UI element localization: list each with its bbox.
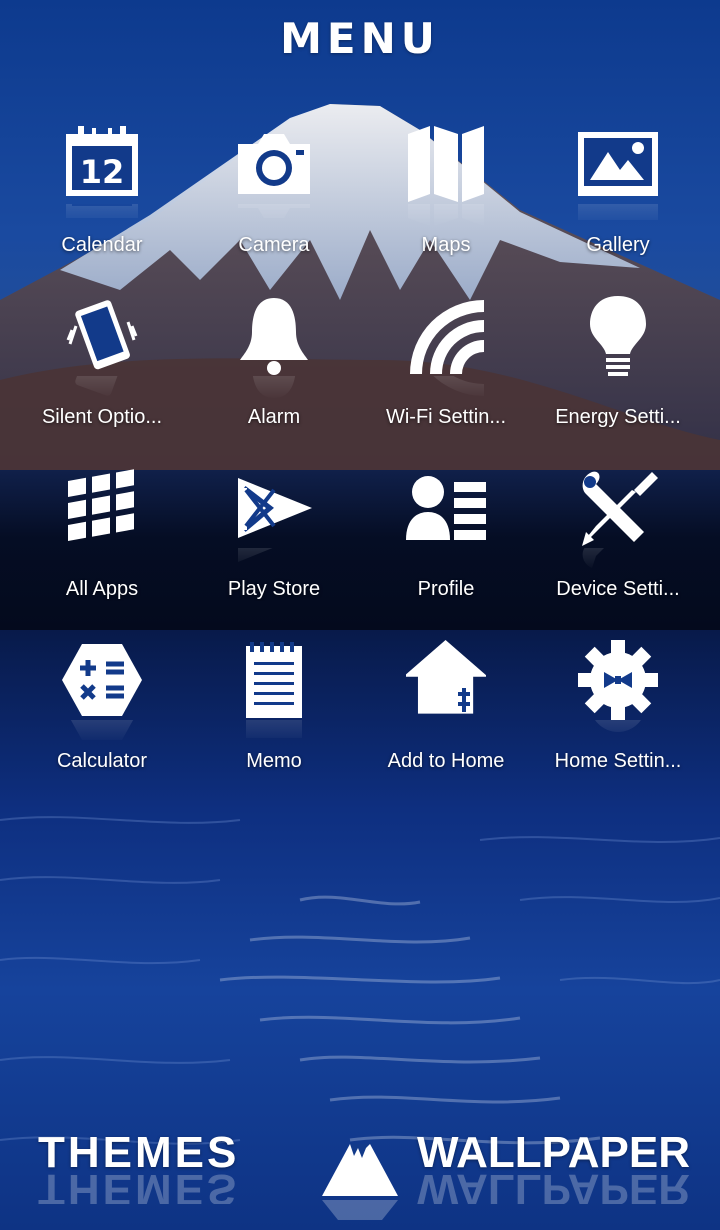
app-all-apps[interactable]: All Apps <box>16 462 188 634</box>
add-to-home-icon <box>406 640 486 720</box>
wallpaper-button[interactable]: WALLPAPER <box>417 1128 690 1178</box>
memo-icon <box>234 640 314 720</box>
app-calendar[interactable]: 12 Calendar <box>16 118 188 290</box>
app-wifi-settings[interactable]: Wi-Fi Settin... <box>360 290 532 462</box>
mount-fuji-icon[interactable] <box>322 1134 398 1224</box>
app-memo[interactable]: Memo <box>188 634 360 806</box>
app-label: Camera <box>238 234 310 256</box>
map-icon <box>406 124 486 204</box>
app-home-settings[interactable]: Home Settin... <box>532 634 704 806</box>
wifi-icon <box>406 296 486 376</box>
app-label: Play Store <box>227 578 321 600</box>
app-label: Gallery <box>586 234 650 256</box>
app-label: Wi-Fi Settin... <box>385 406 506 428</box>
calculator-icon <box>62 640 142 720</box>
calendar-badge: 12 <box>80 153 125 191</box>
app-grid-icon <box>62 468 142 548</box>
app-label: Calendar <box>61 234 143 256</box>
app-play-store[interactable]: Play Store <box>188 462 360 634</box>
app-label: Device Setti... <box>556 578 680 600</box>
page-title: MENU <box>280 14 440 63</box>
app-label: Memo <box>246 750 302 772</box>
app-maps[interactable]: Maps <box>360 118 532 290</box>
app-label: Home Settin... <box>554 750 682 772</box>
themes-button[interactable]: THEMES <box>38 1128 239 1178</box>
app-camera[interactable]: Camera <box>188 118 360 290</box>
app-device-settings[interactable]: Device Setti... <box>532 462 704 634</box>
app-add-to-home[interactable]: Add to Home <box>360 634 532 806</box>
vibrate-phone-icon <box>62 296 142 376</box>
app-gallery[interactable]: Gallery <box>532 118 704 290</box>
bell-icon <box>234 296 314 376</box>
gallery-icon <box>578 124 658 204</box>
gear-icon <box>578 640 658 720</box>
camera-icon <box>234 124 314 204</box>
bottom-bar: THEMES THEMES WALLPAPER WALLPAPER <box>0 1120 720 1230</box>
app-label: Alarm <box>247 406 301 428</box>
lightbulb-icon <box>578 296 658 376</box>
app-label: All Apps <box>65 578 139 600</box>
app-energy-settings[interactable]: Energy Setti... <box>532 290 704 462</box>
app-label: Add to Home <box>387 750 505 772</box>
app-label: Silent Optio... <box>41 406 163 428</box>
app-alarm[interactable]: Alarm <box>188 290 360 462</box>
themes-button-reflection: THEMES <box>38 1174 240 1204</box>
app-label: Profile <box>417 578 475 600</box>
profile-icon <box>406 468 486 548</box>
app-silent-options[interactable]: Silent Optio... <box>16 290 188 462</box>
app-label: Calculator <box>56 750 148 772</box>
wrench-screwdriver-icon <box>578 468 658 548</box>
wallpaper-button-reflection: WALLPAPER <box>417 1174 690 1204</box>
play-store-flag-icon <box>234 468 314 548</box>
app-grid: 12 Calendar Camera Maps Gallery Silent O… <box>16 118 704 806</box>
calendar-icon: 12 <box>62 124 142 204</box>
app-calculator[interactable]: Calculator <box>16 634 188 806</box>
app-profile[interactable]: Profile <box>360 462 532 634</box>
app-label: Energy Setti... <box>555 406 681 428</box>
app-label: Maps <box>421 234 471 256</box>
